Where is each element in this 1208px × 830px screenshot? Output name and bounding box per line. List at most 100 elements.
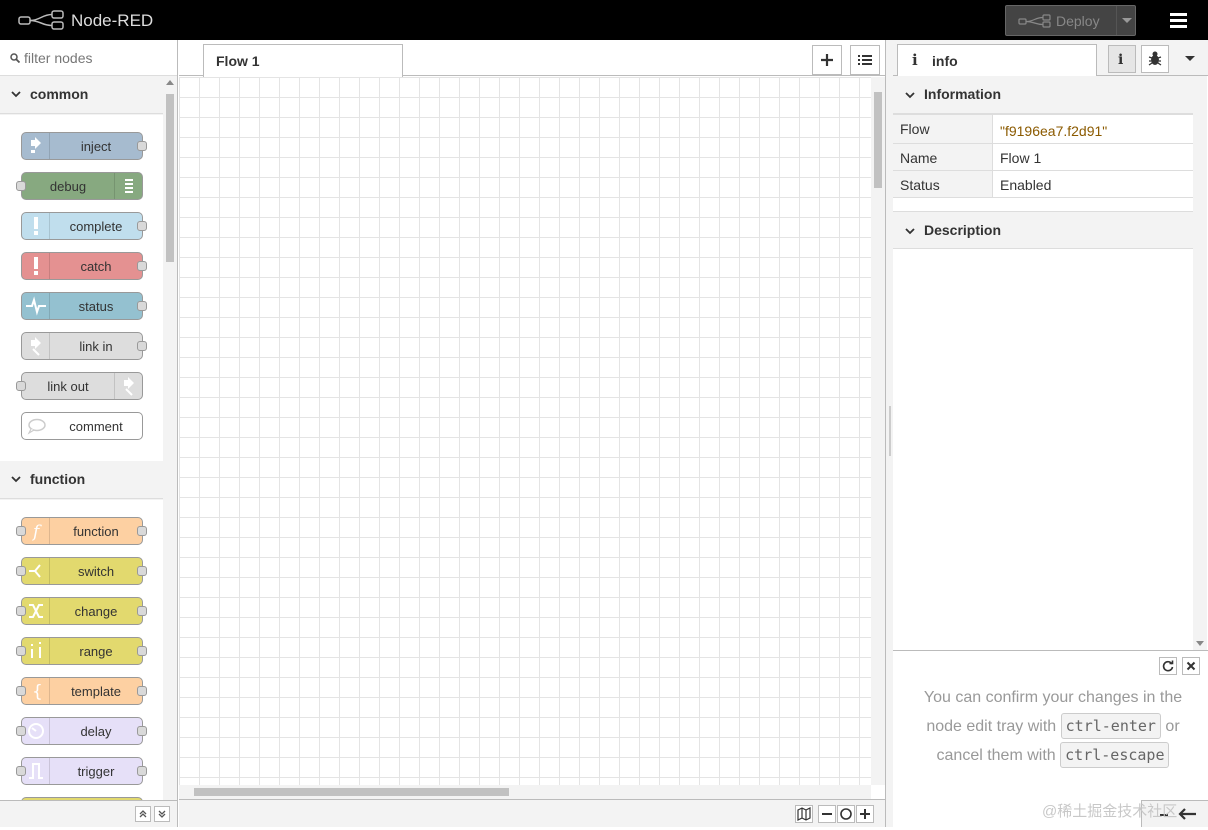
palette-node-link-in[interactable]: link in xyxy=(21,332,147,360)
palette-node-function[interactable]: f function xyxy=(16,517,147,545)
deploy-dropdown-caret-icon[interactable] xyxy=(1122,18,1132,23)
canvas-vscroll-thumb[interactable] xyxy=(874,92,882,188)
alert-icon xyxy=(22,213,50,239)
timer-icon xyxy=(22,718,50,744)
info-icon: i xyxy=(1118,52,1123,68)
palette-node-change[interactable]: change xyxy=(16,597,147,625)
deploy-separator xyxy=(1116,6,1117,35)
palette: common inject debug complete xyxy=(0,40,178,827)
main-menu-button[interactable] xyxy=(1166,10,1192,30)
palette-node-link-out[interactable]: link out xyxy=(16,372,143,400)
sidebar-info-button[interactable]: i xyxy=(1108,45,1136,73)
category-header-common[interactable]: common xyxy=(0,76,163,114)
output-port xyxy=(137,341,147,351)
canvas-horizontal-scrollbar[interactable] xyxy=(179,785,871,799)
heartbeat-icon xyxy=(22,293,50,319)
next-tip-button[interactable] xyxy=(1159,657,1177,675)
close-tips-button[interactable] xyxy=(1182,657,1200,675)
comment-icon xyxy=(22,413,50,439)
output-port xyxy=(137,566,147,576)
palette-footer xyxy=(0,800,177,827)
canvas-hscroll-thumb[interactable] xyxy=(194,788,509,796)
switch-icon xyxy=(22,558,50,584)
info-icon: i xyxy=(912,51,918,69)
category-header-function[interactable]: function xyxy=(0,461,163,499)
palette-node-inject[interactable]: inject xyxy=(21,132,147,160)
info-row-name: Name Flow 1 xyxy=(893,144,1193,171)
info-value: Enabled xyxy=(1000,177,1052,193)
refresh-icon xyxy=(1162,660,1174,672)
double-chevron-down-icon xyxy=(158,810,166,818)
zoom-out-button[interactable] xyxy=(818,805,836,823)
double-chevron-up-icon xyxy=(139,810,147,818)
alert-icon xyxy=(22,253,50,279)
circle-icon xyxy=(840,808,852,820)
output-port xyxy=(137,221,147,231)
sidebar-tab-label: info xyxy=(932,53,958,69)
sidebar-splitter[interactable] xyxy=(885,40,893,827)
palette-scroll-thumb[interactable] xyxy=(166,94,174,262)
info-row-status: Status Enabled xyxy=(893,171,1193,198)
deploy-button[interactable]: Deploy xyxy=(1005,5,1136,36)
palette-node-delay[interactable]: delay xyxy=(16,717,147,745)
list-flows-button[interactable] xyxy=(850,45,880,75)
output-port xyxy=(137,141,147,151)
info-key: Flow xyxy=(893,115,993,143)
chevron-down-icon xyxy=(11,476,21,483)
zoom-reset-button[interactable] xyxy=(837,805,855,823)
flow-canvas[interactable] xyxy=(179,77,871,785)
sidebar-scrollbar[interactable] xyxy=(1193,76,1207,650)
palette-node-switch[interactable]: switch xyxy=(16,557,147,585)
link-in-icon xyxy=(22,333,50,359)
header: Node-RED Deploy xyxy=(0,0,1208,40)
plus-icon xyxy=(821,54,833,66)
palette-node-template[interactable]: { template xyxy=(16,677,147,705)
splitter-grip-icon[interactable] xyxy=(889,406,891,456)
tab-flow-1[interactable]: Flow 1 xyxy=(203,44,403,77)
trigger-pulse-icon xyxy=(22,758,50,784)
svg-text:i: i xyxy=(1118,52,1123,68)
filter-nodes-input[interactable] xyxy=(24,48,164,68)
palette-node-catch[interactable]: catch xyxy=(21,252,147,280)
output-port xyxy=(137,301,147,311)
palette-node-status[interactable]: status xyxy=(21,292,147,320)
palette-node-trigger[interactable]: trigger xyxy=(16,757,147,785)
canvas-vertical-scrollbar[interactable] xyxy=(871,77,885,785)
close-icon xyxy=(1186,661,1196,671)
info-key: Name xyxy=(893,144,993,170)
section-header-description[interactable]: Description xyxy=(893,211,1193,249)
section-header-information[interactable]: Information xyxy=(893,76,1193,114)
sidebar-tabs-dropdown-icon[interactable] xyxy=(1185,56,1195,61)
bug-icon xyxy=(1148,51,1162,66)
info-value: Flow 1 xyxy=(1000,150,1042,166)
palette-node-debug[interactable]: debug xyxy=(16,172,143,200)
sidebar-debug-button[interactable] xyxy=(1141,45,1169,73)
inject-icon xyxy=(22,133,50,159)
collapse-all-button[interactable] xyxy=(135,806,151,822)
navigator-button[interactable] xyxy=(795,805,813,823)
map-icon xyxy=(797,807,811,821)
add-flow-button[interactable] xyxy=(812,45,842,75)
scroll-up-arrow-icon[interactable] xyxy=(166,80,174,85)
sidebar-tab-info[interactable]: i info xyxy=(897,44,1097,77)
svg-text:{: { xyxy=(32,682,43,702)
plus-icon xyxy=(860,809,870,819)
section-label: Description xyxy=(924,222,1002,238)
info-value-flow-id[interactable]: "f9196ea7.f2d91" xyxy=(993,117,1114,145)
scroll-down-arrow-icon[interactable] xyxy=(1196,641,1204,646)
expand-all-button[interactable] xyxy=(154,806,170,822)
section-label: Information xyxy=(924,86,1001,102)
info-row-flow: Flow "f9196ea7.f2d91" xyxy=(893,114,1193,144)
category-label: common xyxy=(30,86,89,102)
palette-node-comment[interactable]: comment xyxy=(21,412,143,440)
palette-scrollbar[interactable] xyxy=(163,76,177,800)
palette-node-range[interactable]: range xyxy=(16,637,147,665)
output-port xyxy=(137,606,147,616)
info-key: Status xyxy=(893,171,993,197)
zoom-in-button[interactable] xyxy=(856,805,874,823)
debug-list-icon xyxy=(114,173,142,199)
node-red-logo-icon xyxy=(18,10,64,30)
palette-filter xyxy=(0,40,177,76)
palette-node-complete[interactable]: complete xyxy=(21,212,147,240)
deploy-label: Deploy xyxy=(1056,13,1100,29)
